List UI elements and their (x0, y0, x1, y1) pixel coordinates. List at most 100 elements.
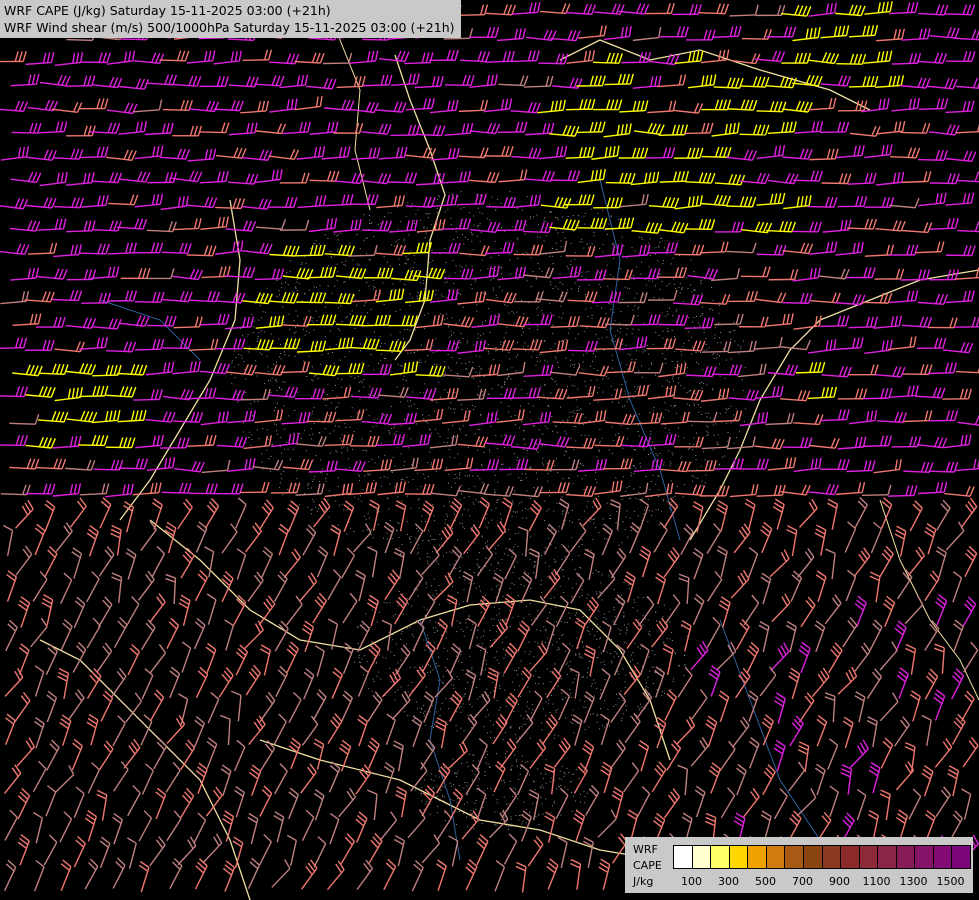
cape-stipple-dot (390, 681, 392, 683)
cape-stipple-dot (681, 455, 683, 457)
cape-stipple-dot (289, 328, 291, 330)
cape-stipple-dot (431, 705, 433, 707)
cape-stipple-dot (588, 726, 590, 728)
cape-stipple-dot (337, 486, 339, 487)
cape-stipple-dot (341, 440, 343, 442)
cape-stipple-dot (573, 773, 574, 775)
cape-stipple-dot (572, 709, 574, 711)
cape-stipple-dot (415, 213, 417, 215)
cape-stipple-dot (502, 648, 504, 650)
cape-stipple-dot (541, 729, 543, 731)
cape-stipple-dot (613, 606, 615, 608)
cape-stipple-dot (254, 401, 256, 403)
cape-stipple-dot (559, 638, 561, 640)
cape-stipple-dot (550, 211, 552, 213)
cape-stipple-dot (513, 565, 515, 567)
cape-stipple-dot (385, 358, 387, 360)
cape-stipple-dot (565, 663, 567, 665)
cape-stipple-dot (624, 461, 626, 462)
cape-stipple-dot (587, 594, 589, 596)
cape-stipple-dot (632, 651, 634, 653)
cape-stipple-dot (544, 767, 546, 768)
cape-stipple-dot (438, 665, 440, 667)
cape-stipple-dot (255, 360, 257, 362)
cape-stipple-dot (422, 283, 424, 284)
cape-stipple-dot (467, 552, 468, 553)
cape-stipple-dot (535, 815, 537, 817)
cape-stipple-dot (397, 689, 399, 691)
cape-stipple-dot (640, 466, 641, 468)
cape-stipple-dot (451, 486, 452, 488)
cape-stipple-dot (644, 350, 646, 352)
cape-stipple-dot (562, 510, 563, 512)
cape-stipple-dot (630, 467, 632, 469)
cape-stipple-dot (486, 504, 488, 506)
cape-stipple-dot (359, 460, 361, 462)
cape-stipple-dot (557, 472, 559, 474)
cape-stipple-dot (267, 438, 269, 440)
cape-stipple-dot (631, 359, 633, 361)
cape-stipple-dot (626, 628, 628, 630)
cape-stipple-dot (497, 562, 499, 564)
cape-stipple-dot (327, 399, 329, 401)
cape-stipple-dot (578, 215, 579, 217)
cape-stipple-dot (473, 215, 475, 217)
cape-stipple-dot (611, 401, 613, 403)
cape-stipple-dot (459, 622, 461, 624)
cape-stipple-dot (543, 240, 545, 242)
cape-stipple-dot (632, 607, 634, 609)
cape-stipple-dot (467, 239, 469, 241)
cape-stipple-dot (596, 379, 598, 381)
cape-stipple-dot (360, 350, 361, 352)
cape-stipple-dot (503, 337, 505, 338)
cape-stipple-dot (585, 416, 587, 418)
cape-stipple-dot (524, 651, 526, 653)
cape-stipple-dot (413, 262, 415, 264)
cape-stipple-dot (502, 739, 504, 740)
cape-stipple-dot (661, 240, 663, 242)
cape-stipple-dot (493, 618, 495, 620)
cape-stipple-dot (581, 275, 583, 277)
cape-stipple-dot (429, 813, 431, 815)
cape-stipple-dot (728, 408, 730, 410)
cape-stipple-dot (662, 616, 664, 618)
cape-stipple-dot (586, 506, 588, 508)
cape-stipple-dot (465, 362, 466, 364)
cape-stipple-dot (409, 293, 411, 295)
cape-stipple-dot (359, 248, 361, 250)
cape-stipple-dot (285, 277, 287, 279)
cape-stipple-dot (701, 293, 703, 295)
cape-stipple-dot (478, 552, 480, 553)
cape-stipple-dot (282, 381, 284, 383)
cape-stipple-dot (618, 402, 620, 403)
cape-stipple-dot (439, 534, 441, 536)
cape-stipple-dot (626, 334, 628, 336)
cape-stipple-dot (469, 255, 471, 257)
cape-stipple-dot (249, 346, 251, 348)
cape-stipple-dot (401, 633, 402, 635)
cape-stipple-dot (485, 349, 487, 351)
cape-stipple-dot (592, 572, 594, 574)
cape-stipple-dot (425, 587, 427, 589)
cape-stipple-dot (533, 781, 535, 783)
cape-stipple-dot (587, 247, 589, 249)
cape-stipple-dot (523, 457, 525, 459)
cape-stipple-dot (585, 385, 587, 387)
cape-stipple-dot (447, 429, 449, 431)
cape-stipple-dot (493, 606, 495, 608)
cape-stipple-dot (446, 467, 448, 469)
cape-stipple-dot (471, 288, 473, 290)
cape-stipple-dot (459, 378, 461, 380)
cape-stipple-dot (642, 624, 644, 626)
cape-stipple-dot (615, 624, 617, 625)
cape-stipple-dot (638, 491, 640, 493)
cape-stipple-dot (450, 798, 452, 800)
cape-stipple-dot (297, 315, 299, 317)
cape-stipple-dot (585, 294, 587, 295)
cape-stipple-dot (440, 789, 442, 791)
cape-stipple-dot (495, 347, 497, 348)
cape-stipple-dot (416, 295, 418, 297)
cape-stipple-dot (450, 330, 452, 332)
cape-stipple-dot (249, 322, 251, 324)
cape-stipple-dot (597, 656, 599, 658)
